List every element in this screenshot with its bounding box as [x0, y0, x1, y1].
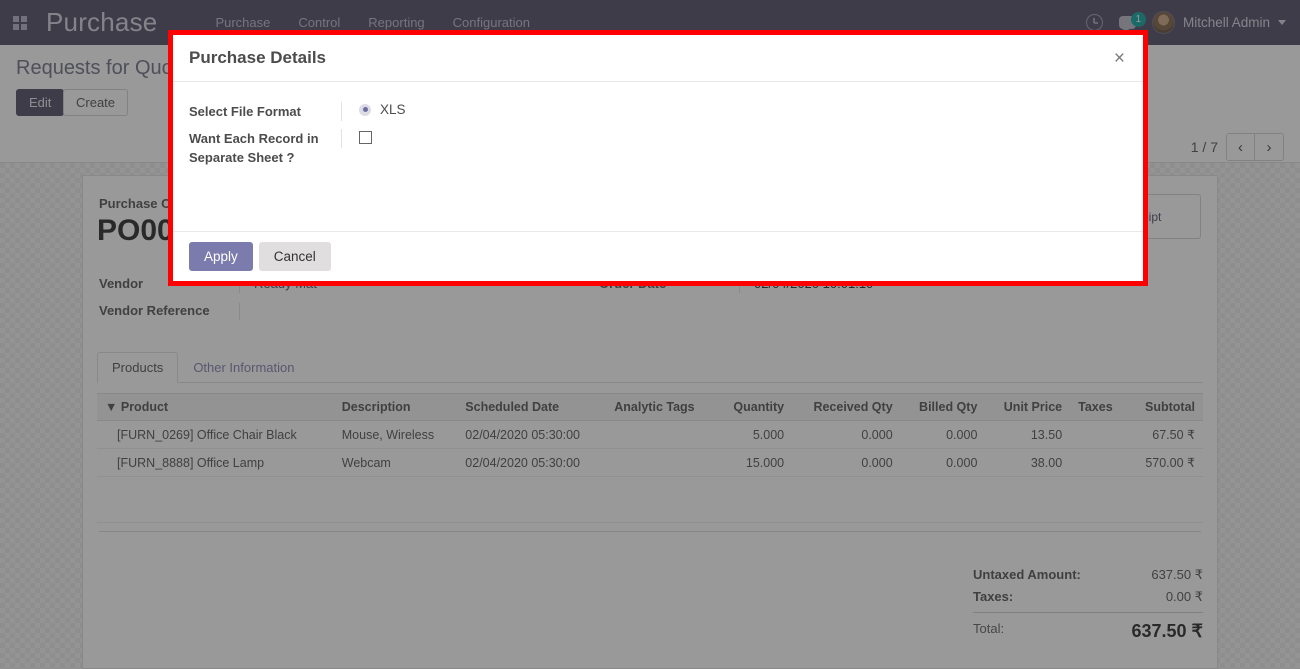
dialog-footer: Apply Cancel: [173, 231, 1143, 281]
dialog-title: Purchase Details: [189, 48, 327, 67]
apply-button[interactable]: Apply: [189, 242, 253, 271]
dialog-body: Select File Format XLS Want Each Record …: [173, 82, 1143, 231]
radio-option-xls-label: XLS: [380, 102, 406, 117]
field-select-file-format: Select File Format XLS: [189, 102, 1127, 121]
radio-icon: [359, 103, 371, 116]
purchase-details-dialog: Purchase Details × Select File Format XL…: [173, 35, 1143, 281]
field-separate-sheet: Want Each Record in Separate Sheet ?: [189, 129, 1127, 167]
separate-sheet-field: [341, 129, 372, 148]
radio-option-xls[interactable]: XLS: [359, 102, 406, 117]
separate-sheet-checkbox[interactable]: [359, 131, 372, 144]
screen: Purchase Purchase Control Reporting Conf…: [0, 0, 1300, 669]
select-file-format-field: XLS: [341, 102, 406, 121]
cancel-button[interactable]: Cancel: [258, 242, 331, 271]
select-file-format-label: Select File Format: [189, 104, 301, 119]
purchase-details-dialog-highlight: Purchase Details × Select File Format XL…: [168, 30, 1148, 286]
close-icon[interactable]: ×: [1112, 49, 1127, 68]
separate-sheet-label: Want Each Record in Separate Sheet ?: [189, 131, 319, 165]
dialog-header: Purchase Details ×: [173, 35, 1143, 82]
